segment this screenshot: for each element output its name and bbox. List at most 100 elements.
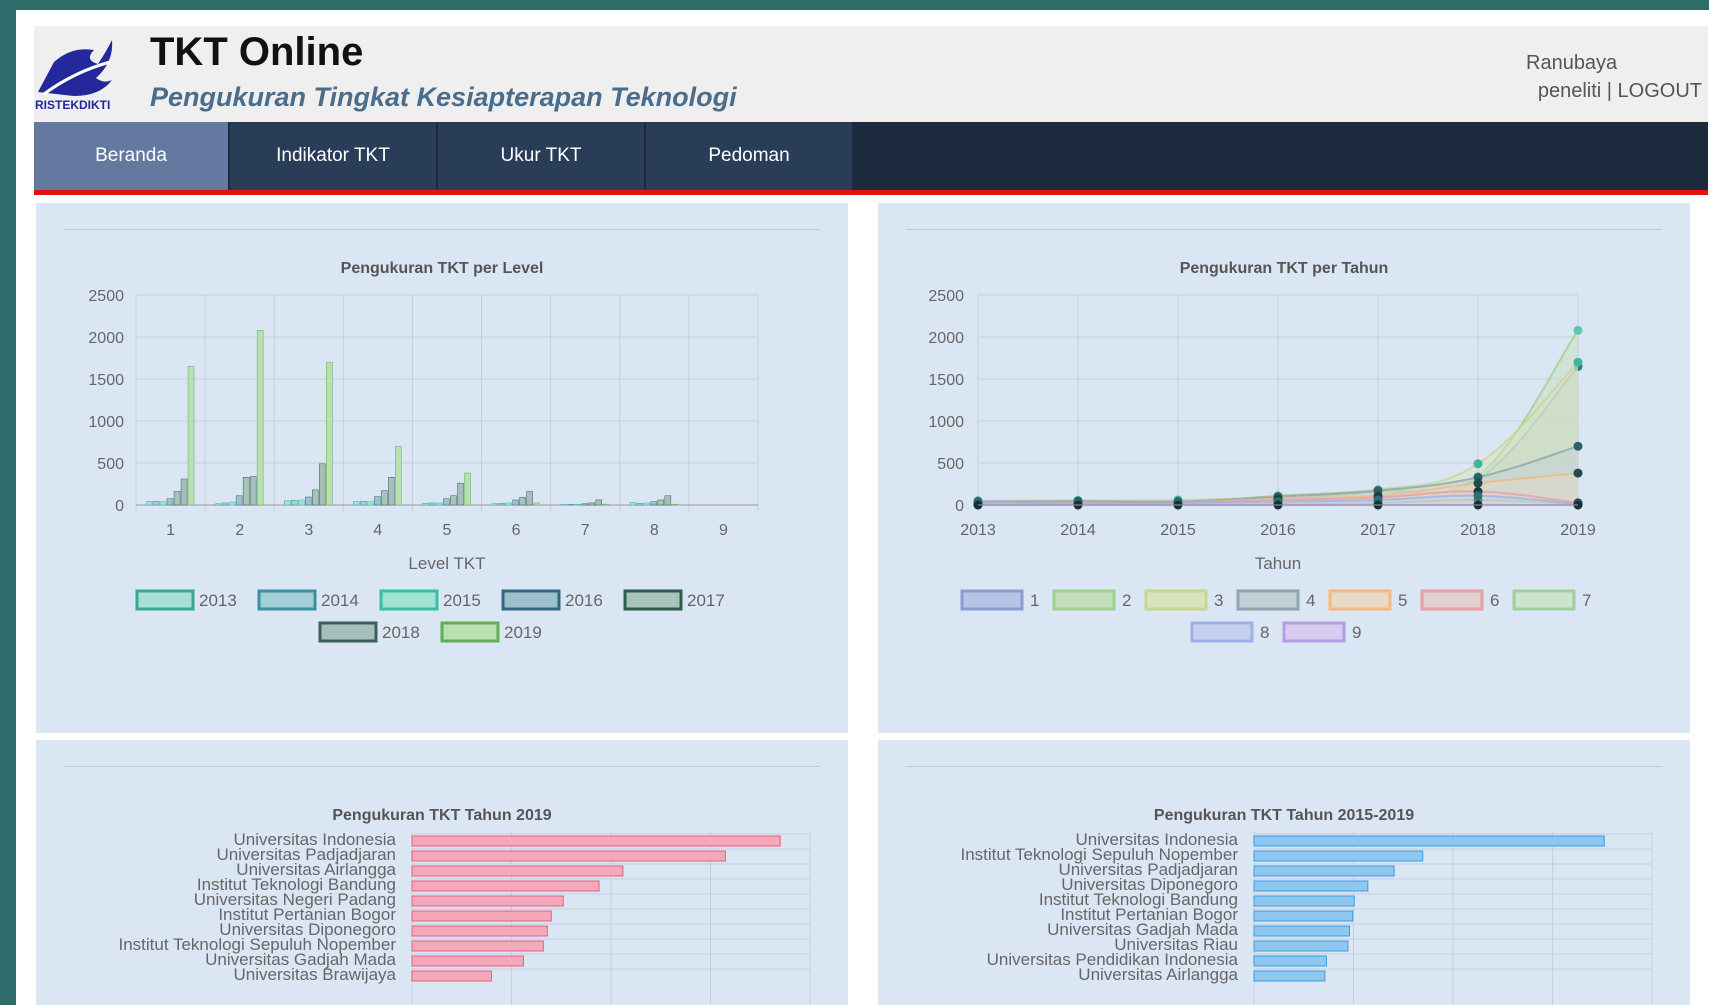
point-4-2019 <box>1573 441 1583 451</box>
point-3-2018 <box>1473 459 1483 469</box>
bar-universitas-gadjah-mada <box>411 955 524 967</box>
y-tick-label: 1500 <box>928 372 964 389</box>
legend-label-1: 1 <box>1030 591 1039 610</box>
bar-2014-level-7 <box>567 504 574 506</box>
bar-2013-level-8 <box>629 502 637 506</box>
site-header: RISTEKDIKTI TKT Online Pengukuran Tingka… <box>34 26 1708 122</box>
user-role: peneliti <box>1537 80 1602 102</box>
bar-2014-level-8 <box>636 503 644 506</box>
x-tick-label: 4 <box>373 522 382 539</box>
bar-universitas-airlangga <box>411 865 624 877</box>
panel-divider <box>64 766 820 767</box>
legend-label-2016: 2016 <box>565 591 603 610</box>
legend-label-6: 6 <box>1490 591 1499 610</box>
x-tick-label: 1 <box>166 522 175 539</box>
panel-divider <box>906 229 1662 230</box>
y-tick-label: 2000 <box>928 330 964 347</box>
legend-swatch-9 <box>1282 621 1346 643</box>
legend-swatch-8 <box>1190 621 1254 643</box>
bar-universitas-padjadjaran <box>411 850 726 862</box>
chart-per-tahun: Pengukuran TKT per Tahun 0 500 1000 1500 2000… <box>928 260 1596 643</box>
legend-label-5: 5 <box>1398 591 1407 610</box>
point-5-2018 <box>1473 478 1483 488</box>
x-tick-label: 7 <box>581 522 590 539</box>
bar-2014-level-6 <box>498 503 505 506</box>
y-tick-label: 0 <box>115 498 124 515</box>
nav-item-beranda[interactable]: Beranda <box>34 122 230 190</box>
bar-2019-level-1 <box>187 366 195 506</box>
bar-2016-level-3 <box>305 496 312 506</box>
x-tick-label: 3 <box>304 522 313 539</box>
bar-2017-level-7 <box>588 502 595 506</box>
bar-2013-level-4 <box>353 501 360 506</box>
point-8-2018 <box>1473 491 1483 501</box>
y-tick-label: 1000 <box>928 414 964 431</box>
nav-item-ukur-tkt[interactable]: Ukur TKT <box>438 122 646 190</box>
legend-label-2014: 2014 <box>321 591 359 610</box>
bar-2014-level-1 <box>152 500 160 506</box>
chart-per-level: Pengukuran TKT per Level 0 500 1000 1500 2000… <box>88 260 759 643</box>
chart-panel-2015-2019: Pengukuran TKT Tahun 2015-2019 Universita… <box>878 740 1690 1005</box>
bar-2014-level-4 <box>360 500 367 506</box>
x-tick-label: 8 <box>650 522 659 539</box>
bar-universitas-padjadjaran <box>1253 865 1395 877</box>
bar-2015-level-7 <box>574 504 581 506</box>
legend-label-3: 3 <box>1214 591 1223 610</box>
bar-institut-teknologi-sepuluh-nopember <box>1253 850 1424 862</box>
legend-swatch-3 <box>1144 589 1208 611</box>
legend-swatch-2018 <box>318 621 378 643</box>
bar-universitas-gadjah-mada <box>1253 925 1351 937</box>
bar-2016-level-6 <box>512 499 519 506</box>
y-tick-label: 1000 <box>88 414 124 431</box>
legend-label-2015: 2015 <box>443 591 481 610</box>
bar-2019-level-8 <box>671 503 679 506</box>
bar-universitas-brawijaya <box>411 970 493 982</box>
bar-universitas-indonesia <box>411 835 781 847</box>
legend-label-9: 9 <box>1352 623 1361 642</box>
bar-2016-level-4 <box>374 496 381 506</box>
x-tick-label: 2016 <box>1260 522 1296 539</box>
bar-2019-level-2 <box>256 330 264 506</box>
bar-2017-level-2 <box>242 477 250 506</box>
nav-item-indikator-tkt[interactable]: Indikator TKT <box>230 122 438 190</box>
y-tick-label: 500 <box>937 456 964 473</box>
y-tick-label: 2000 <box>88 330 124 347</box>
bar-2016-level-1 <box>166 498 174 506</box>
category-label: Universitas Airlangga <box>1078 965 1238 984</box>
legend-swatch-7 <box>1512 589 1576 611</box>
legend-swatch-5 <box>1328 589 1392 611</box>
bar-universitas-diponegoro <box>1253 880 1369 892</box>
logout-link[interactable]: LOGOUT <box>1618 80 1702 102</box>
nav-item-pedoman[interactable]: Pedoman <box>646 122 854 190</box>
bar-2017-level-6 <box>519 497 526 506</box>
bar-2015-level-1 <box>159 501 167 506</box>
legend-label-7: 7 <box>1582 591 1591 610</box>
legend-label-2: 2 <box>1122 591 1131 610</box>
y-tick-label: 0 <box>955 498 964 515</box>
user-separator: | <box>1606 80 1612 102</box>
chart-panel-2019: Pengukuran TKT Tahun 2019 Universitas Ind… <box>36 740 848 1005</box>
bar-2015-level-4 <box>367 501 374 506</box>
bar-2014-level-5 <box>429 502 436 506</box>
bar-institut-pertanian-bogor <box>1253 910 1354 922</box>
bar-2015-level-8 <box>643 502 651 506</box>
bar-2019-level-5 <box>464 472 471 506</box>
bar-2013-level-5 <box>422 503 429 506</box>
app-window: RISTEKDIKTI TKT Online Pengukuran Tingka… <box>16 10 1709 1005</box>
bar-2017-level-5 <box>450 495 457 506</box>
bar-2013-level-6 <box>491 503 498 506</box>
main-navbar: Beranda Indikator TKT Ukur TKT Pedoman <box>34 122 1708 195</box>
ristekdikti-logo[interactable]: RISTEKDIKTI <box>34 32 116 112</box>
bar-2018-level-7 <box>595 499 602 506</box>
legend-swatch-2017 <box>623 589 683 611</box>
x-tick-label: 2018 <box>1460 522 1496 539</box>
y-tick-label: 500 <box>97 456 124 473</box>
bar-2018-level-4 <box>388 477 395 506</box>
point-2-2019 <box>1573 325 1583 335</box>
bar-2016-level-5 <box>443 498 450 506</box>
bar-institut-teknologi-bandung <box>1253 895 1355 907</box>
bar-universitas-negeri-padang <box>411 895 564 907</box>
logo-emblem-shape <box>38 40 113 96</box>
bar-universitas-pendidikan-indonesia <box>1253 955 1327 967</box>
bar-2015-level-5 <box>436 502 443 506</box>
